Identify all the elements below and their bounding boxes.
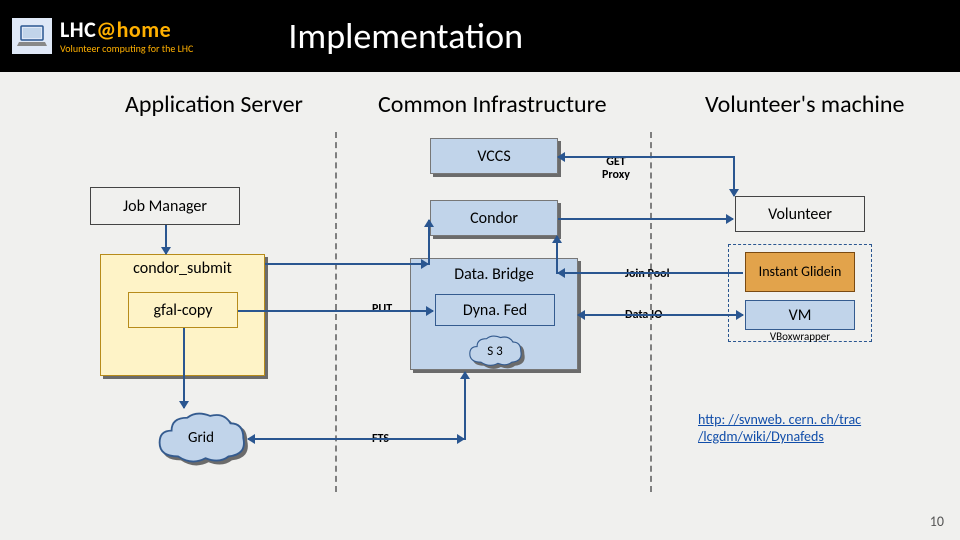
col-mid-label: Common Infrastructure bbox=[378, 90, 607, 119]
vbox-wrapper-label: VBoxwrapper bbox=[735, 330, 865, 343]
logo: LHC@home Volunteer computing for the LHC bbox=[12, 18, 193, 54]
cloud-grid: Grid bbox=[155, 410, 247, 466]
instant-glidein-label: Instant Glidein bbox=[759, 264, 842, 279]
arrow-submit-condor-v bbox=[428, 220, 430, 265]
box-vccs: VCCS bbox=[430, 138, 558, 174]
arrow-jobmgr-submit bbox=[165, 225, 167, 254]
arrow-put bbox=[238, 310, 433, 312]
box-condor: Condor bbox=[430, 200, 558, 236]
arrow-join-pool bbox=[558, 272, 743, 274]
box-vm: VM bbox=[745, 300, 855, 330]
box-job-manager: Job Manager bbox=[90, 187, 240, 225]
arrow-data-io bbox=[578, 314, 743, 316]
arrow-fts bbox=[248, 438, 464, 440]
box-dyna-fed: Dyna. Fed bbox=[435, 294, 555, 326]
arrow-fts-v bbox=[464, 372, 466, 440]
s3-label: S 3 bbox=[467, 332, 523, 370]
arrow-gfal-grid bbox=[183, 328, 185, 408]
grid-label: Grid bbox=[155, 410, 247, 466]
arrow-join-pool-v bbox=[556, 236, 558, 274]
slide-title: Implementation bbox=[288, 14, 523, 58]
col-left-label: Application Server bbox=[125, 90, 303, 119]
page-number: 10 bbox=[930, 513, 944, 530]
arrow-get-proxy-v bbox=[733, 156, 735, 196]
tagline: Volunteer computing for the LHC bbox=[60, 43, 193, 54]
brand-text: LHC@home bbox=[60, 18, 193, 42]
arrow-get-proxy bbox=[558, 156, 733, 158]
data-bridge-label: Data. Bridge bbox=[454, 265, 534, 284]
label-get-proxy: GET Proxy bbox=[602, 156, 630, 182]
laptop-icon bbox=[12, 18, 52, 54]
header-bar: LHC@home Volunteer computing for the LHC… bbox=[0, 0, 960, 72]
box-instant-glidein: Instant Glidein bbox=[745, 252, 855, 292]
arrow-condor-volunteer bbox=[558, 218, 733, 220]
diagram-canvas: Application Server Common Infrastructure… bbox=[0, 72, 960, 500]
cloud-s3: S 3 bbox=[467, 332, 523, 370]
condor-submit-label: condor_submit bbox=[133, 259, 232, 278]
box-gfal-copy: gfal-copy bbox=[128, 292, 238, 328]
label-join-pool: Join Pool bbox=[625, 267, 670, 281]
box-volunteer: Volunteer bbox=[735, 196, 865, 232]
arrow-submit-condor bbox=[265, 263, 428, 265]
label-put: PUT bbox=[372, 302, 392, 316]
dynafeds-link[interactable]: http: //svnweb. cern. ch/trac /lcgdm/wik… bbox=[698, 412, 861, 446]
col-right-label: Volunteer's machine bbox=[705, 90, 904, 119]
